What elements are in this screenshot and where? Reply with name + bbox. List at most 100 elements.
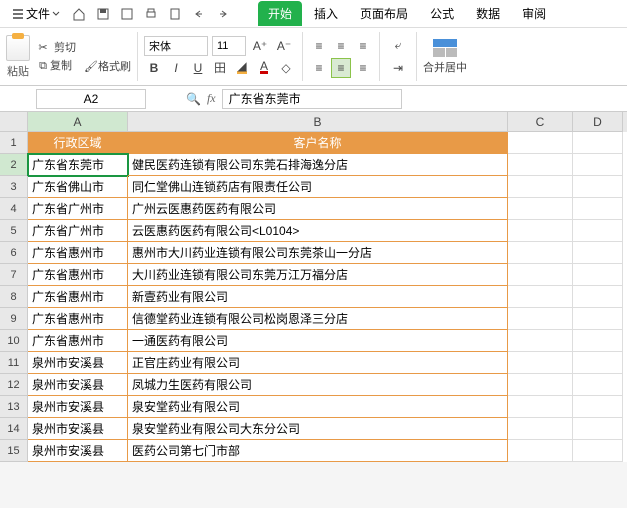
cell[interactable] bbox=[508, 396, 573, 418]
cell[interactable] bbox=[573, 242, 623, 264]
cell[interactable] bbox=[508, 154, 573, 176]
clear-format-button[interactable]: ◇ bbox=[276, 58, 296, 78]
increase-font-button[interactable]: A⁺ bbox=[250, 36, 270, 56]
cell[interactable] bbox=[573, 418, 623, 440]
header-cell-region[interactable]: 行政区域 bbox=[28, 132, 128, 154]
cell[interactable] bbox=[573, 286, 623, 308]
cell[interactable] bbox=[573, 374, 623, 396]
redo-icon[interactable] bbox=[212, 3, 234, 25]
tab-start[interactable]: 开始 bbox=[258, 1, 302, 26]
cell[interactable] bbox=[573, 308, 623, 330]
row-header[interactable]: 4 bbox=[0, 198, 28, 220]
tab-review[interactable]: 审阅 bbox=[512, 1, 556, 26]
cell-customer[interactable]: 信德堂药业连锁有限公司松岗恩泽三分店 bbox=[128, 308, 508, 330]
cell-region[interactable]: 广东省惠州市 bbox=[28, 330, 128, 352]
row-header[interactable]: 7 bbox=[0, 264, 28, 286]
row-header[interactable]: 8 bbox=[0, 286, 28, 308]
cell[interactable] bbox=[508, 242, 573, 264]
print-icon[interactable] bbox=[140, 3, 162, 25]
tab-formula[interactable]: 公式 bbox=[420, 1, 464, 26]
paste-button[interactable]: 粘贴 bbox=[6, 35, 30, 79]
cell-customer[interactable]: 大川药业连锁有限公司东莞万江万福分店 bbox=[128, 264, 508, 286]
cell[interactable] bbox=[508, 330, 573, 352]
row-header[interactable]: 3 bbox=[0, 176, 28, 198]
fill-color-button[interactable]: ◢ bbox=[232, 58, 252, 78]
cell[interactable] bbox=[508, 308, 573, 330]
wrap-text-button[interactable]: ⤶ bbox=[386, 36, 410, 56]
row-header[interactable]: 9 bbox=[0, 308, 28, 330]
cell-customer[interactable]: 广州云医惠药医药有限公司 bbox=[128, 198, 508, 220]
italic-button[interactable]: I bbox=[166, 58, 186, 78]
cell[interactable] bbox=[508, 220, 573, 242]
save-as-icon[interactable] bbox=[116, 3, 138, 25]
merge-center-button[interactable]: 合并居中 bbox=[423, 39, 467, 75]
cell-customer[interactable]: 医药公司第七门市部 bbox=[128, 440, 508, 462]
cell[interactable] bbox=[508, 132, 573, 154]
cell[interactable] bbox=[573, 352, 623, 374]
border-button[interactable]: 田 bbox=[210, 58, 230, 78]
cell[interactable] bbox=[573, 440, 623, 462]
align-mid-center[interactable]: ≡ bbox=[331, 58, 351, 78]
cell-customer[interactable]: 一通医药有限公司 bbox=[128, 330, 508, 352]
formula-input[interactable] bbox=[222, 89, 402, 109]
bold-button[interactable]: B bbox=[144, 58, 164, 78]
col-header-d[interactable]: D bbox=[573, 112, 623, 132]
cell-region[interactable]: 泉州市安溪县 bbox=[28, 440, 128, 462]
cell[interactable] bbox=[508, 264, 573, 286]
tab-data[interactable]: 数据 bbox=[466, 1, 510, 26]
row-header[interactable]: 14 bbox=[0, 418, 28, 440]
font-color-button[interactable]: A bbox=[254, 58, 274, 78]
cut-button[interactable]: ✂剪切 bbox=[36, 39, 131, 55]
file-menu[interactable]: 文件 bbox=[6, 2, 66, 25]
cell[interactable] bbox=[508, 198, 573, 220]
undo-icon[interactable] bbox=[188, 3, 210, 25]
cell-region[interactable]: 泉州市安溪县 bbox=[28, 374, 128, 396]
name-box[interactable] bbox=[36, 89, 146, 109]
cell[interactable] bbox=[573, 330, 623, 352]
tab-layout[interactable]: 页面布局 bbox=[350, 1, 418, 26]
cell-region[interactable]: 广东省佛山市 bbox=[28, 176, 128, 198]
cell[interactable] bbox=[573, 198, 623, 220]
align-top-left[interactable]: ≡ bbox=[309, 36, 329, 56]
row-header[interactable]: 5 bbox=[0, 220, 28, 242]
cell-region[interactable]: 广东省惠州市 bbox=[28, 308, 128, 330]
row-header[interactable]: 13 bbox=[0, 396, 28, 418]
cell-region[interactable]: 泉州市安溪县 bbox=[28, 352, 128, 374]
row-header[interactable]: 10 bbox=[0, 330, 28, 352]
cell[interactable] bbox=[573, 132, 623, 154]
col-header-b[interactable]: B bbox=[128, 112, 508, 132]
cell-customer[interactable]: 凤城力生医药有限公司 bbox=[128, 374, 508, 396]
cell-customer[interactable]: 新壹药业有限公司 bbox=[128, 286, 508, 308]
cell[interactable] bbox=[508, 352, 573, 374]
align-mid-left[interactable]: ≡ bbox=[309, 58, 329, 78]
font-name-select[interactable] bbox=[144, 36, 208, 56]
indent-button[interactable]: ⇥ bbox=[386, 58, 410, 78]
cell-region[interactable]: 泉州市安溪县 bbox=[28, 396, 128, 418]
align-top-center[interactable]: ≡ bbox=[331, 36, 351, 56]
header-cell-customer[interactable]: 客户名称 bbox=[128, 132, 508, 154]
format-painter-button[interactable]: 🖌格式刷 bbox=[84, 58, 131, 74]
copy-button[interactable]: ⧉复制 bbox=[36, 57, 72, 74]
fx-icon[interactable]: fx bbox=[207, 91, 216, 106]
cell-region[interactable]: 广东省东莞市 bbox=[28, 154, 128, 176]
tab-insert[interactable]: 插入 bbox=[304, 1, 348, 26]
home-icon[interactable] bbox=[68, 3, 90, 25]
cell-region[interactable]: 广东省广州市 bbox=[28, 220, 128, 242]
cell[interactable] bbox=[508, 440, 573, 462]
cell-region[interactable]: 广东省惠州市 bbox=[28, 242, 128, 264]
cell[interactable] bbox=[573, 220, 623, 242]
cell-region[interactable]: 泉州市安溪县 bbox=[28, 418, 128, 440]
row-header[interactable]: 1 bbox=[0, 132, 28, 154]
search-icon[interactable]: 🔍 bbox=[186, 92, 201, 106]
cell-customer[interactable]: 健民医药连锁有限公司东莞石排海逸分店 bbox=[128, 154, 508, 176]
cell[interactable] bbox=[573, 176, 623, 198]
cell-customer[interactable]: 泉安堂药业有限公司 bbox=[128, 396, 508, 418]
cell-customer[interactable]: 同仁堂佛山连锁药店有限责任公司 bbox=[128, 176, 508, 198]
align-mid-right[interactable]: ≡ bbox=[353, 58, 373, 78]
row-header[interactable]: 11 bbox=[0, 352, 28, 374]
cell[interactable] bbox=[573, 264, 623, 286]
cell[interactable] bbox=[508, 418, 573, 440]
col-header-c[interactable]: C bbox=[508, 112, 573, 132]
row-header[interactable]: 6 bbox=[0, 242, 28, 264]
font-size-select[interactable] bbox=[212, 36, 246, 56]
